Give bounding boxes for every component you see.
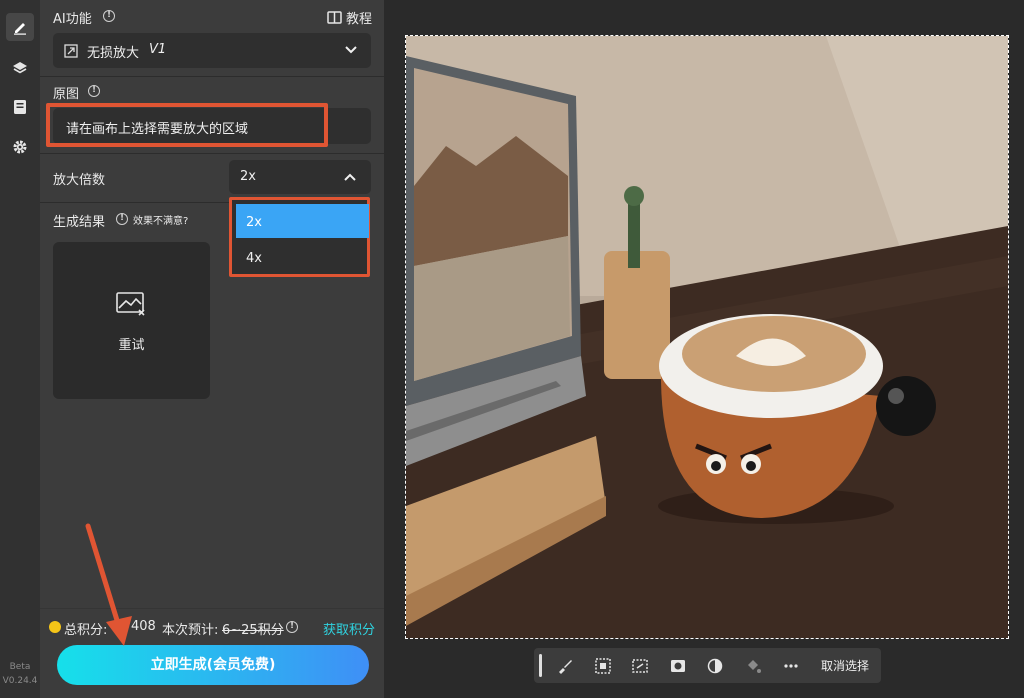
beta-label: Beta (9, 662, 31, 672)
divider (40, 202, 230, 203)
result-card[interactable]: 重试 (53, 242, 210, 399)
ai-function-select[interactable]: 无损放大 V1 (53, 33, 371, 68)
left-rail: Beta V0.24.4 (0, 0, 40, 698)
notes-icon[interactable] (6, 93, 34, 121)
arrow-annotation (85, 523, 132, 646)
divider (40, 76, 384, 77)
invert-icon[interactable] (706, 657, 724, 675)
select-region-icon[interactable] (594, 657, 612, 675)
edit-icon[interactable] (6, 13, 34, 41)
toolbar-handle[interactable] (539, 654, 542, 677)
canvas-toolbar: 取消选择 (534, 648, 881, 683)
version-label: V0.24.4 (2, 676, 38, 686)
result-label: 生成结果 (53, 215, 106, 230)
info-icon[interactable]: ! (103, 10, 115, 22)
fill-icon[interactable] (744, 657, 762, 675)
coin-icon (49, 621, 61, 633)
retry-button[interactable]: 重试 (53, 334, 210, 353)
scale-dropdown: 2x 4x (229, 197, 370, 277)
canvas-image[interactable] (405, 35, 1009, 639)
deselect-button[interactable]: 取消选择 (821, 657, 869, 674)
generate-button[interactable]: 立即生成(会员免费) (57, 645, 369, 685)
ai-function-label: AI功能 (53, 12, 92, 27)
tutorial-link[interactable]: 教程 (327, 8, 373, 27)
mask-icon[interactable] (669, 657, 687, 675)
highlight-box (46, 103, 328, 147)
book-icon (327, 10, 342, 24)
scale-option[interactable]: 4x (236, 240, 369, 274)
info-icon[interactable]: ! (116, 213, 128, 225)
info-icon[interactable]: ! (88, 85, 100, 97)
unsatisfied-link[interactable]: 效果不满意? (133, 212, 188, 227)
layers-icon[interactable] (6, 54, 34, 82)
estimate-value: 6~25积分 (222, 623, 284, 638)
more-icon[interactable] (782, 657, 800, 675)
original-label: 原图 (53, 87, 80, 102)
tutorial-label: 教程 (346, 11, 373, 27)
scale-value: 2x (240, 169, 256, 184)
scale-label: 放大倍数 (53, 173, 106, 188)
divider (40, 153, 384, 154)
estimate-label: 本次预计: (162, 623, 219, 638)
brush-icon[interactable] (556, 657, 574, 675)
settings-icon[interactable] (6, 133, 34, 161)
broken-image-icon (116, 292, 145, 316)
scale-option[interactable]: 2x (236, 204, 369, 238)
ai-select-value: 无损放大 (87, 46, 140, 61)
scale-select[interactable]: 2x (229, 160, 371, 194)
info-icon[interactable]: ! (286, 621, 298, 633)
upscale-icon (64, 44, 78, 58)
chevron-up-icon (344, 173, 356, 181)
get-points-link[interactable]: 获取积分 (323, 619, 375, 638)
ai-select-version: V1 (149, 42, 167, 57)
crop-select-icon[interactable] (631, 657, 649, 675)
chevron-down-icon (345, 46, 357, 54)
